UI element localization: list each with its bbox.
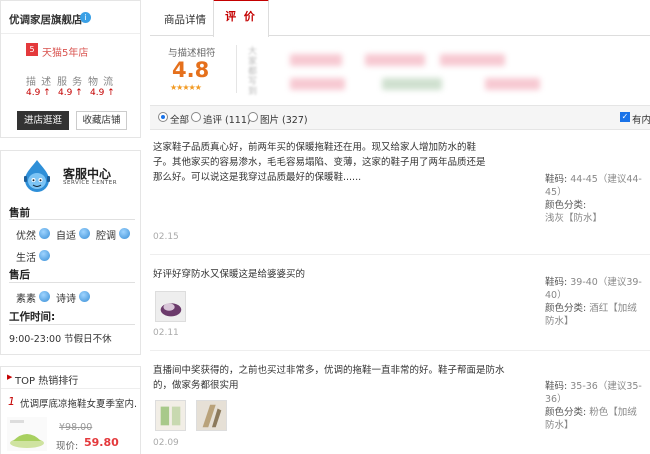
review-date: 02.15 — [153, 232, 179, 242]
divider — [1, 33, 140, 34]
divider — [9, 324, 135, 325]
filter-image-radio[interactable] — [248, 112, 258, 122]
tab-reviews[interactable]: 评 价 — [213, 0, 269, 37]
color-value: 浅灰【防水】 — [545, 213, 602, 224]
wangwang-chat-icon[interactable] — [79, 291, 90, 302]
impression-tag[interactable] — [485, 78, 540, 90]
wangwang-chat-icon[interactable] — [119, 228, 130, 239]
color-label: 颜色分类: — [545, 200, 586, 211]
review-item: 好评好穿防水又保暖这是给婆婆买的 02.11 鞋码: 39-40（建议39-40… — [150, 256, 650, 351]
impression-tag[interactable] — [365, 54, 425, 66]
review-sku: 鞋码: 35-36（建议35-36） 颜色分类: 粉色【加绒防水】 — [545, 380, 645, 432]
tmall-years-label: 天猫5年店 — [42, 44, 88, 59]
dsr-labels: 描 述服 务物 流 — [26, 73, 119, 88]
review-filter-bar: 全部 追评 (111) 图片 (327) ✓ 有内容 — [150, 105, 650, 130]
wangwang-chat-icon[interactable] — [79, 228, 90, 239]
review-sku: 鞋码: 39-40（建议39-40） 颜色分类: 酒红【加绒防水】 — [545, 276, 645, 328]
star-rating-icon: ★★★★★ — [170, 83, 201, 92]
filter-image-label[interactable]: 图片 (327) — [260, 112, 308, 126]
aftersale-title: 售后 — [9, 267, 30, 282]
divider — [9, 219, 135, 220]
filter-append-radio[interactable] — [191, 112, 201, 122]
filter-all-radio[interactable] — [158, 112, 168, 122]
presale-agent-zishi[interactable]: 自适 — [56, 227, 76, 242]
review-text: 这家鞋子品质真心好，前两年买的保暖拖鞋还在用。现又给家人增加防水的鞋子。其他家买… — [153, 140, 493, 185]
aftersale-agent-shishi[interactable]: 诗诗 — [56, 290, 76, 305]
review-text: 直播间中奖获得的，之前也买过非常多，优调的拖鞋一直非常的好。鞋子帮面是防水的，做… — [153, 363, 521, 393]
review-item: 直播间中奖获得的，之前也买过非常多，优调的拖鞋一直非常的好。鞋子帮面是防水的，做… — [150, 352, 650, 454]
dsr-values: 4.9 ↑4.9 ↑4.9 ↑ — [26, 88, 122, 98]
slipper-product-image[interactable] — [7, 417, 47, 451]
presale-agent-youran[interactable]: 优然 — [16, 227, 36, 242]
service-center-panel: 客服中心 SERVICE CENTER 售前 优然 自适 腔调 生活 售后 素素… — [0, 150, 141, 355]
score-value: 4.8 — [172, 58, 209, 82]
current-price-label: 现价: — [56, 438, 78, 452]
size-label: 鞋码: — [545, 381, 567, 392]
wangwang-chat-icon[interactable] — [39, 250, 50, 261]
dsr-value-desc: 4.9 ↑ — [26, 88, 58, 98]
tmall-years-icon: 5 — [26, 43, 38, 56]
dsr-value-logistics: 4.9 ↑ — [90, 88, 122, 98]
top-sellers-panel: ▶ TOP 热销排行 1 优调厚底凉拖鞋女夏季室内... ¥98.00 现价: … — [0, 366, 141, 454]
content-checkbox[interactable]: ✓ — [620, 112, 630, 122]
rating-summary: 与描述相符 4.8 ★★★★★ 大家都写到 — [150, 37, 650, 101]
presale-agent-qiangdiao[interactable]: 腔调 — [96, 227, 116, 242]
impression-tag[interactable] — [290, 78, 345, 90]
divider — [236, 45, 237, 93]
divider — [9, 282, 135, 283]
size-label: 鞋码: — [545, 277, 567, 288]
enter-shop-button[interactable]: 进店逛逛 — [17, 111, 69, 130]
review-photo[interactable] — [155, 400, 186, 431]
review-date: 02.09 — [153, 438, 179, 448]
impression-tag[interactable] — [440, 54, 505, 66]
color-label: 颜色分类: — [545, 303, 586, 314]
content-checkbox-label[interactable]: 有内容 — [632, 112, 650, 126]
shop-name[interactable]: 优调家居旗舰店 — [9, 12, 83, 27]
review-sku: 鞋码: 44-45（建议44-45） 颜色分类: 浅灰【防水】 — [545, 173, 645, 225]
tab-product-detail[interactable]: 商品详情 — [164, 12, 206, 27]
review-photo[interactable] — [196, 400, 227, 431]
top-sellers-title: TOP 热销排行 — [15, 372, 78, 387]
color-label: 颜色分类: — [545, 407, 586, 418]
wangwang-chat-icon[interactable] — [39, 291, 50, 302]
favorite-shop-button[interactable]: 收藏店铺 — [76, 111, 127, 130]
presale-title: 售前 — [9, 205, 30, 220]
hours-title: 工作时间: — [9, 309, 55, 324]
info-icon[interactable]: i — [80, 12, 91, 23]
impression-tag[interactable] — [382, 78, 442, 90]
current-price: 59.80 — [84, 436, 119, 449]
impression-label: 大家都写到 — [248, 47, 260, 97]
review-item: 这家鞋子品质真心好，前两年买的保暖拖鞋还在用。现又给家人增加防水的鞋子。其他家买… — [150, 131, 650, 255]
service-mascot-icon — [21, 159, 53, 193]
review-date: 02.11 — [153, 328, 179, 338]
review-text: 好评好穿防水又保暖这是给婆婆买的 — [153, 267, 493, 282]
dsr-value-service: 4.9 ↑ — [58, 88, 90, 98]
working-hours: 9:00-23:00 节假日不休 — [9, 331, 112, 345]
review-photo[interactable] — [155, 291, 186, 322]
filter-append-label[interactable]: 追评 (111) — [203, 112, 251, 126]
shop-info-panel: 优调家居旗舰店 i 5 天猫5年店 描 述服 务物 流 4.9 ↑4.9 ↑4.… — [0, 0, 141, 138]
filter-all-label[interactable]: 全部 — [170, 112, 189, 126]
top-item-name[interactable]: 优调厚底凉拖鞋女夏季室内... — [20, 396, 138, 410]
original-price: ¥98.00 — [59, 422, 92, 433]
aftersale-agent-susu[interactable]: 素素 — [16, 290, 36, 305]
dsr-label-desc: 描 述 — [26, 73, 57, 88]
product-tabs: 商品详情 评 价 — [150, 0, 650, 36]
dsr-label-logistics: 物 流 — [88, 73, 119, 88]
top-sellers-header: ▶ TOP 热销排行 — [1, 367, 140, 389]
score-label: 与描述相符 — [168, 45, 216, 59]
wangwang-chat-icon[interactable] — [39, 228, 50, 239]
size-label: 鞋码: — [545, 174, 567, 185]
triangle-right-icon: ▶ — [7, 373, 12, 381]
rank-number: 1 — [8, 395, 15, 408]
dsr-label-service: 服 务 — [57, 73, 88, 88]
presale-agent-shenghuo[interactable]: 生活 — [16, 249, 36, 264]
service-subtitle: SERVICE CENTER — [63, 180, 117, 186]
impression-tag[interactable] — [290, 54, 342, 66]
